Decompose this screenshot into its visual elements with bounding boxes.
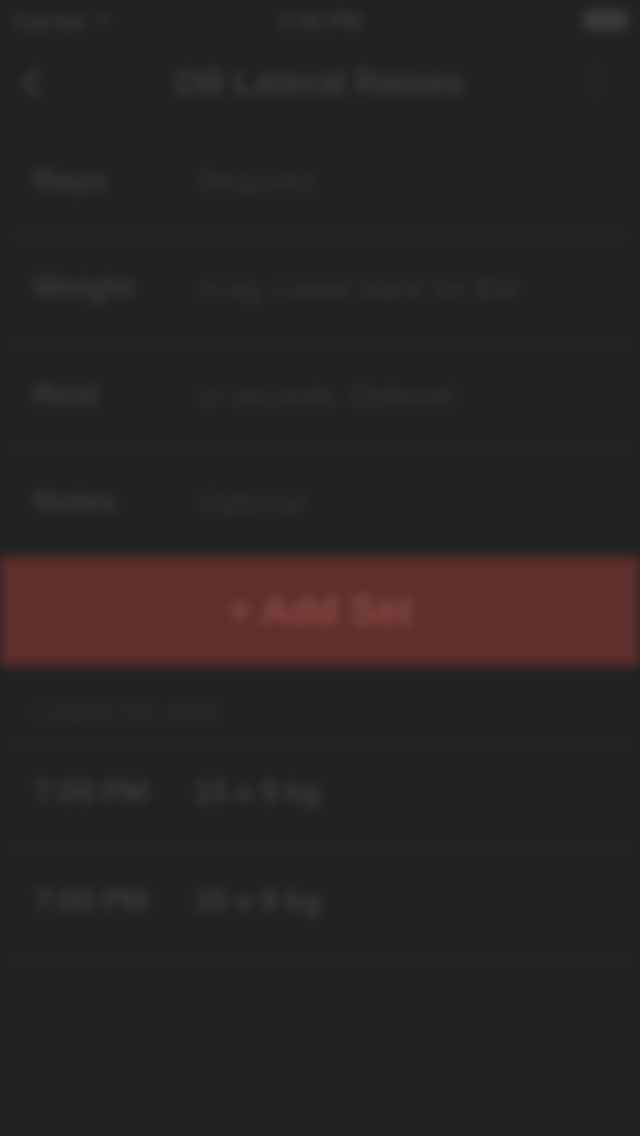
reps-row[interactable]: Reps Required [0, 128, 640, 237]
screen: Carrier ⌔ 3:56 PM DB Lateral Raises Reps… [0, 0, 640, 1136]
weight-field[interactable]: in kg. Leave blank for BW [200, 273, 519, 305]
weight-row[interactable]: Weight in kg. Leave blank for BW [0, 235, 640, 344]
set-time: 7:00 PM [34, 776, 148, 809]
rest-label: Rest [34, 378, 100, 411]
rest-row[interactable]: Rest in seconds. Optional [0, 342, 640, 451]
nav-bar: DB Lateral Raises [0, 40, 640, 128]
notes-field[interactable]: Optional [200, 487, 304, 519]
rest-field[interactable]: in seconds. Optional [200, 380, 454, 412]
logged-set-row[interactable]: 7:00 PM 15 x 9 kg [0, 742, 640, 850]
battery-icon [584, 10, 628, 30]
add-set-button[interactable]: + Add Set [0, 556, 640, 666]
status-bar: Carrier ⌔ 3:56 PM [0, 0, 640, 40]
set-detail: 15 x 9 kg [194, 884, 321, 917]
status-time: 3:56 PM [278, 8, 362, 33]
history-section-header: Logged this week [0, 680, 640, 744]
notes-row[interactable]: Notes Optional [0, 449, 640, 558]
notes-label: Notes [34, 485, 118, 518]
more-vertical-icon[interactable] [590, 64, 600, 104]
set-time: 7:00 PM [34, 884, 148, 917]
reps-label: Reps [34, 164, 108, 197]
set-detail: 15 x 9 kg [194, 776, 321, 809]
weight-label: Weight [34, 271, 134, 304]
reps-field[interactable]: Required [200, 166, 314, 198]
history-header-label: Logged this week [34, 698, 221, 725]
page-title: DB Lateral Raises [175, 64, 465, 102]
add-set-label: + Add Set [227, 589, 413, 633]
logged-set-row[interactable]: 7:00 PM 15 x 9 kg [0, 850, 640, 958]
